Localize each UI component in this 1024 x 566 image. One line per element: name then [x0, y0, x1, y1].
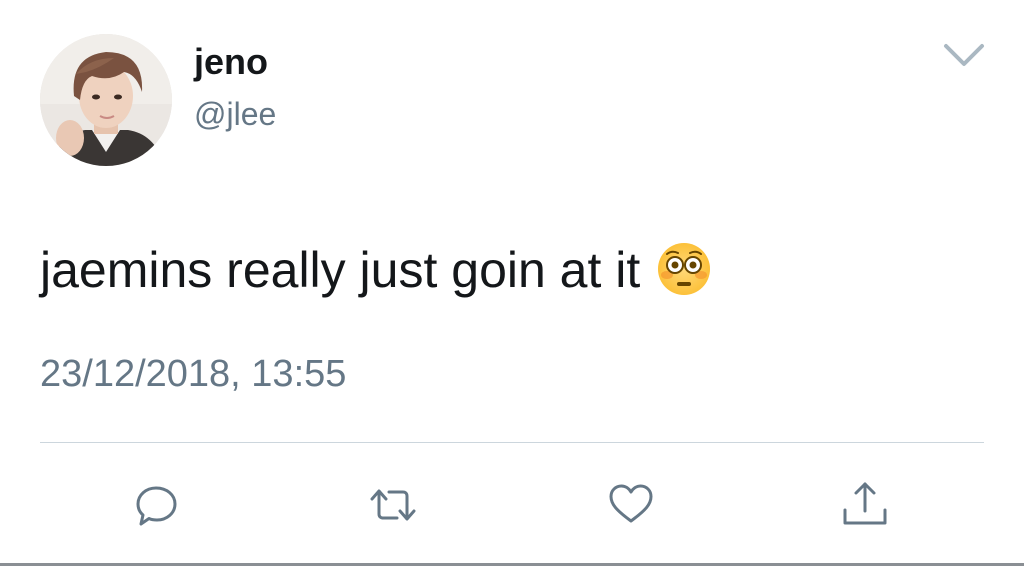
share-button[interactable] [840, 480, 890, 530]
avatar[interactable] [40, 34, 172, 166]
like-button[interactable] [606, 480, 656, 530]
chevron-down-icon[interactable] [942, 40, 986, 70]
timestamp[interactable]: 23/12/2018, 13:55 [40, 352, 346, 398]
tweet-text-body: jaemins really just goin at it [40, 242, 641, 298]
tweet-text: jaemins really just goin at it [40, 240, 712, 300]
avatar-photo [40, 34, 172, 166]
display-name[interactable]: jeno [194, 40, 268, 83]
reply-button[interactable] [132, 480, 182, 530]
heart-icon [609, 484, 653, 523]
retweet-button[interactable] [368, 480, 418, 530]
flushed-face-emoji [656, 241, 712, 297]
share-icon [843, 482, 887, 525]
retweet-icon [370, 489, 416, 521]
divider [40, 442, 984, 443]
reply-icon [136, 486, 177, 526]
user-handle[interactable]: @jlee [194, 95, 276, 133]
